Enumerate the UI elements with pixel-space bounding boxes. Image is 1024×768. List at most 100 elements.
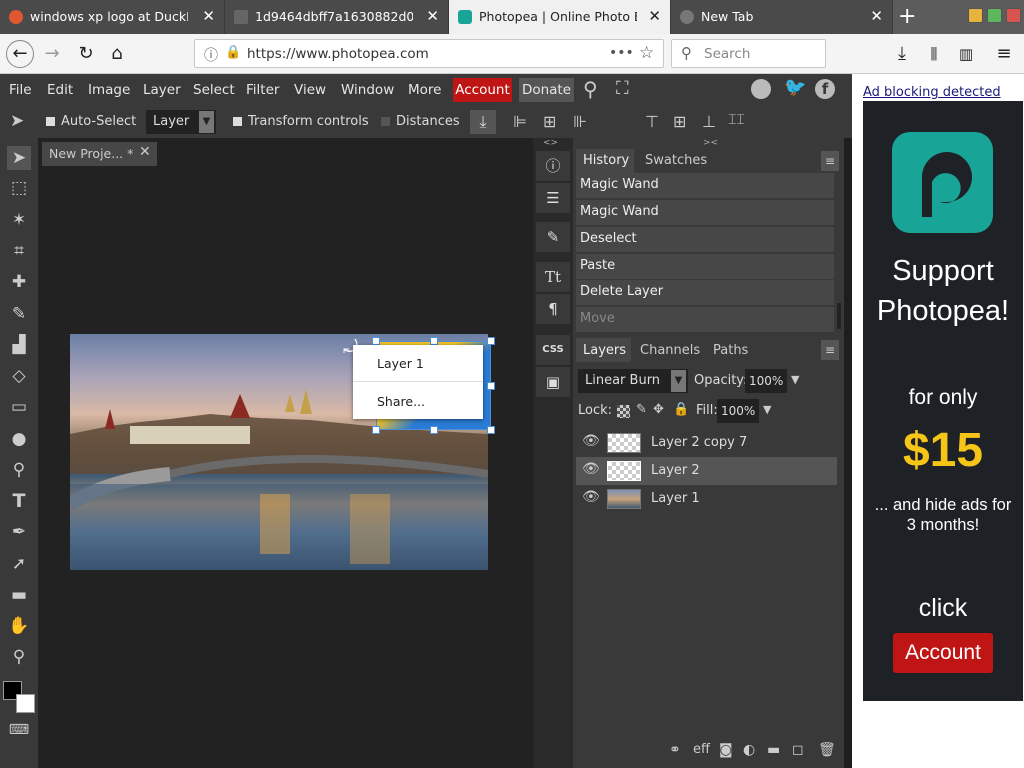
eraser-tool-icon[interactable]: ◇ bbox=[7, 364, 31, 388]
adjustment-layer-icon[interactable]: ◐ bbox=[743, 742, 755, 758]
align-top-icon[interactable]: ⊤ bbox=[645, 112, 659, 131]
menu-file[interactable]: File bbox=[9, 82, 32, 98]
type-tool-icon[interactable]: T bbox=[7, 489, 31, 513]
browser-tab-newtab[interactable]: New Tab ✕ bbox=[671, 0, 893, 34]
transform-handle[interactable] bbox=[487, 337, 495, 345]
back-arrow-icon[interactable]: ← bbox=[6, 40, 34, 68]
transform-handle[interactable] bbox=[372, 426, 380, 434]
new-group-icon[interactable]: ▬ bbox=[767, 742, 780, 758]
bookmark-star-icon[interactable]: ☆ bbox=[639, 43, 654, 63]
magic-wand-tool-icon[interactable]: ✶ bbox=[7, 208, 31, 232]
layer-row-selected[interactable]: 👁 Layer 2 bbox=[576, 457, 837, 485]
info-icon[interactable]: ⓘ bbox=[204, 45, 218, 65]
fill-input[interactable]: 100% bbox=[717, 399, 759, 423]
new-layer-icon[interactable]: ◻ bbox=[792, 742, 804, 758]
history-item[interactable]: Delete Layer bbox=[576, 280, 834, 306]
forward-arrow-icon[interactable]: → bbox=[38, 40, 66, 68]
panel-menu-icon[interactable]: ≡ bbox=[821, 151, 839, 171]
history-item[interactable]: Deselect bbox=[576, 227, 834, 253]
new-tab-plus-icon[interactable]: + bbox=[898, 4, 916, 29]
tab-layers[interactable]: Layers bbox=[583, 343, 626, 358]
align-middle-icon[interactable]: ⊞ bbox=[673, 112, 686, 131]
ad-blocking-link[interactable]: Ad blocking detected bbox=[863, 85, 1001, 100]
transform-handle[interactable] bbox=[372, 337, 380, 345]
link-layers-icon[interactable]: ⚭ bbox=[669, 742, 681, 758]
layer-row[interactable]: 👁 Layer 2 copy 7 bbox=[576, 429, 837, 457]
menu-view[interactable]: View bbox=[294, 82, 326, 98]
tab-swatches[interactable]: Swatches bbox=[645, 153, 707, 168]
ad-account-button[interactable]: Account bbox=[893, 633, 993, 673]
menu-more[interactable]: More bbox=[408, 82, 441, 98]
menu-edit[interactable]: Edit bbox=[47, 82, 73, 98]
browser-tab-photopea[interactable]: Photopea | Online Photo Edit ✕ bbox=[449, 0, 671, 34]
history-item[interactable]: Move bbox=[576, 307, 834, 333]
url-text[interactable]: https://www.photopea.com bbox=[247, 46, 429, 62]
lock-paint-icon[interactable]: ✎ bbox=[636, 402, 647, 417]
dodge-tool-icon[interactable]: ⚲ bbox=[7, 458, 31, 482]
chevron-down-icon[interactable]: ▼ bbox=[763, 403, 771, 416]
blend-mode-dropdown[interactable]: Linear Burn ▼ bbox=[578, 369, 688, 393]
transform-handle[interactable] bbox=[487, 426, 495, 434]
transform-handle[interactable] bbox=[430, 337, 438, 345]
auto-select-dropdown[interactable]: Layer ▼ bbox=[146, 110, 216, 134]
shape-tool-icon[interactable]: ▬ bbox=[7, 583, 31, 607]
search-icon[interactable]: ⚲ bbox=[583, 77, 598, 101]
tab-history[interactable]: History bbox=[583, 153, 629, 168]
delete-layer-icon[interactable]: 🗑 bbox=[818, 742, 836, 758]
image-icon[interactable]: ▣ bbox=[536, 367, 570, 397]
align-center-icon[interactable]: ⊞ bbox=[543, 112, 556, 131]
info-icon[interactable]: ⓘ bbox=[536, 151, 570, 181]
align-left-icon[interactable]: ⊫ bbox=[513, 112, 527, 131]
layer-mask-icon[interactable]: ◙ bbox=[719, 742, 733, 758]
library-icon[interactable]: ⫼ bbox=[920, 40, 948, 68]
close-tab-icon[interactable]: ✕ bbox=[202, 7, 215, 25]
gradient-tool-icon[interactable]: ▭ bbox=[7, 395, 31, 419]
zoom-tool-icon[interactable]: ⚲ bbox=[7, 645, 31, 669]
minimize-icon[interactable] bbox=[968, 8, 983, 23]
transform-controls-checkbox[interactable] bbox=[233, 117, 242, 126]
history-scrollbar[interactable] bbox=[837, 303, 841, 329]
chevron-down-icon[interactable]: ▼ bbox=[791, 373, 799, 386]
close-tab-icon[interactable]: ✕ bbox=[870, 7, 883, 25]
download-icon[interactable]: ⤓ bbox=[470, 110, 496, 134]
maximize-icon[interactable] bbox=[987, 8, 1002, 23]
hand-tool-icon[interactable]: ✋ bbox=[7, 614, 31, 638]
browser-tab-duckduckgo[interactable]: windows xp logo at DuckDuck ✕ bbox=[0, 0, 225, 34]
download-icon[interactable]: ⤓ bbox=[888, 40, 916, 68]
move-tool-icon[interactable]: ➤ bbox=[7, 146, 31, 170]
sidebar-icon[interactable]: ▥ bbox=[952, 40, 980, 68]
align-right-icon[interactable]: ⊪ bbox=[573, 112, 587, 131]
align-bottom-icon[interactable]: ⊥ bbox=[702, 112, 716, 131]
stamp-tool-icon[interactable]: ▟ bbox=[7, 333, 31, 357]
menu-image[interactable]: Image bbox=[88, 82, 130, 98]
reload-icon[interactable]: ↻ bbox=[72, 40, 100, 68]
browser-tab-image[interactable]: 1d9464dbff7a1630882d0e20 ✕ bbox=[225, 0, 449, 34]
menu-select[interactable]: Select bbox=[193, 82, 235, 98]
close-tab-icon[interactable]: ✕ bbox=[426, 7, 439, 25]
facebook-icon[interactable]: f bbox=[815, 79, 835, 99]
reddit-icon[interactable] bbox=[751, 79, 771, 99]
account-button[interactable]: Account bbox=[453, 78, 512, 102]
hamburger-menu-icon[interactable]: ≡ bbox=[990, 40, 1018, 68]
context-menu-layer1[interactable]: Layer 1 bbox=[377, 356, 424, 371]
menu-filter[interactable]: Filter bbox=[246, 82, 279, 98]
pen-tool-icon[interactable]: ✒ bbox=[7, 520, 31, 544]
marquee-tool-icon[interactable]: ⬚ bbox=[7, 176, 31, 200]
background-color-swatch[interactable] bbox=[16, 694, 35, 713]
history-item[interactable]: Magic Wand bbox=[576, 173, 834, 199]
close-tab-icon[interactable]: ✕ bbox=[648, 7, 661, 25]
collapse-icon[interactable]: <> bbox=[543, 138, 558, 148]
crop-tool-icon[interactable]: ⌗ bbox=[7, 239, 31, 263]
tab-paths[interactable]: Paths bbox=[713, 343, 748, 358]
menu-layer[interactable]: Layer bbox=[143, 82, 181, 98]
brush-settings-icon[interactable]: ✎ bbox=[536, 222, 570, 252]
transform-handle[interactable] bbox=[487, 382, 495, 390]
character-icon[interactable]: Tt bbox=[536, 262, 570, 292]
eye-icon[interactable]: 👁 bbox=[582, 489, 600, 505]
ad-banner[interactable]: Support Photopea! for only $15 ... and h… bbox=[863, 101, 1023, 701]
history-item[interactable]: Magic Wand bbox=[576, 200, 834, 226]
eye-icon[interactable]: 👁 bbox=[582, 461, 600, 477]
close-document-icon[interactable]: ✕ bbox=[139, 144, 151, 160]
search-box[interactable]: ⚲ Search bbox=[671, 39, 826, 68]
lock-transparency-icon[interactable] bbox=[617, 405, 630, 418]
